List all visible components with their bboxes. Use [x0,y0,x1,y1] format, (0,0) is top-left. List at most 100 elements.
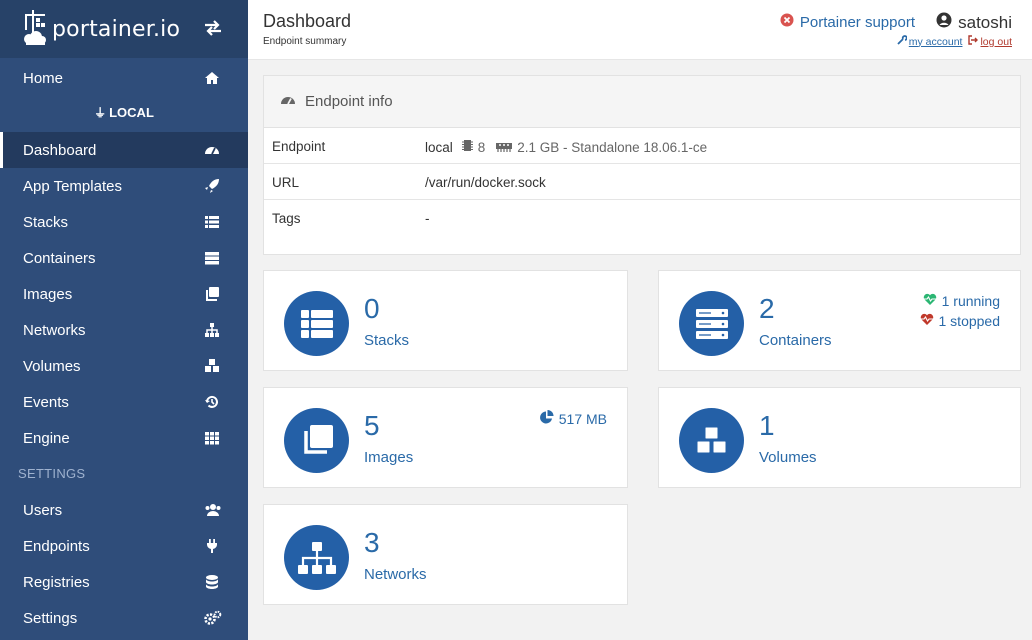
history-icon [204,394,220,410]
wrench-icon [897,35,908,48]
dashboard-icon [204,142,220,158]
page-subtitle: Endpoint summary [263,36,347,47]
networks-count: 3 [364,527,380,558]
user-menu: satoshi [936,12,1012,33]
list-icon [204,214,220,230]
username: satoshi [958,12,1012,32]
support-label: Portainer support [799,13,915,31]
stopped-label: 1 stopped [938,313,1001,329]
page-title: Dashboard [263,11,352,31]
images-widget[interactable]: 5 Images 517 MB [263,387,628,488]
sidebar-item-label: Volumes [23,357,81,375]
containers-widget-icon [679,291,744,356]
rocket-icon [204,178,220,194]
heartbeat-icon [920,313,934,329]
plug-icon: ⏚ [94,106,107,120]
sidebar-item-registries[interactable]: Registries [0,564,248,600]
stopped-status: 1 stopped [920,313,1001,329]
sidebar-item-containers[interactable]: Containers [0,240,248,276]
sidebar-item-users[interactable]: Users [0,492,248,528]
endpoint-name: local [425,139,453,155]
sidebar-item-label: Events [23,393,69,411]
sidebar-item-engine[interactable]: Engine [0,420,248,456]
portainer-support-link[interactable]: Portainer support [780,13,915,31]
sidebar-item-label: Home [23,69,64,87]
database-icon [204,574,220,590]
row-value: - [425,211,430,226]
sitemap-icon [204,322,220,338]
sidebar-item-label: Dashboard [23,141,97,159]
sidebar-item-label: Users [23,501,63,519]
portainer-logo-icon [24,10,46,45]
sidebar-item-endpoints[interactable]: Endpoints [0,528,248,564]
endpoint-info-title: Endpoint info [305,93,393,110]
sidebar-item-label: Registries [23,573,90,591]
endpoint-info-header: Endpoint info [264,76,1020,128]
row-key: Tags [272,211,301,226]
stacks-count: 0 [364,293,380,324]
stacks-widget[interactable]: 0 Stacks [263,270,628,371]
tags-row: Tags - [264,200,1020,236]
pie-chart-icon [539,410,554,428]
my-account-link[interactable]: my account [897,35,962,48]
home-icon [204,70,220,86]
cubes-icon [204,358,220,374]
containers-label: Containers [759,332,832,349]
sidebar-item-settings[interactable]: Settings [0,600,248,636]
volumes-widget-icon [679,408,744,473]
log-out-link[interactable]: log out [968,35,1012,48]
cogs-icon [204,610,222,626]
url-row: URL /var/run/docker.sock [264,164,1020,200]
support-icon [780,13,794,31]
sign-out-icon [968,35,979,48]
top-header: Dashboard Endpoint summary Portainer sup… [248,0,1032,60]
account-links: my account log out [897,35,1012,48]
networks-widget[interactable]: 3 Networks [263,504,628,605]
sidebar: portainer.io Home ⏚ LOCAL Dashboard App T… [0,0,248,640]
volumes-widget[interactable]: 1 Volumes [658,387,1021,488]
networks-widget-icon [284,525,349,590]
sidebar-item-label: Engine [23,429,70,447]
sidebar-item-app-templates[interactable]: App Templates [0,168,248,204]
clone-icon [204,286,220,302]
row-key: Endpoint [272,139,326,154]
sidebar-item-volumes[interactable]: Volumes [0,348,248,384]
sidebar-item-dashboard[interactable]: Dashboard [0,132,248,168]
row-value: /var/run/docker.sock [425,175,546,190]
sidebar-item-images[interactable]: Images [0,276,248,312]
row-key: URL [272,175,300,190]
stacks-label: Stacks [364,332,410,349]
plug-icon [204,538,220,554]
sidebar-item-label: Containers [23,249,96,267]
containers-count: 2 [759,293,775,324]
endpoint-label: ⏚ LOCAL [94,105,154,120]
sidebar-item-label: Images [23,285,73,303]
sidebar-item-stacks[interactable]: Stacks [0,204,248,240]
user-circle-icon [936,12,952,33]
sidebar-item-home[interactable]: Home [0,60,248,96]
exchange-icon[interactable] [204,20,222,41]
sidebar-item-label: Endpoints [23,537,90,555]
portainer-logo[interactable]: portainer.io [22,8,180,50]
running-status: 1 running [923,293,1000,309]
sidebar-item-label: App Templates [23,177,122,195]
images-size-label: 517 MB [558,411,607,427]
stacks-widget-icon [284,291,349,356]
sidebar-item-networks[interactable]: Networks [0,312,248,348]
brand-name: portainer.io [52,16,181,42]
tachometer-icon [280,93,296,111]
row-value: local 8 2.1 GB - Standalone 18.06.1-ce [425,139,707,155]
containers-widget[interactable]: 2 Containers 1 running 1 stopped [658,270,1021,371]
networks-label: Networks [364,566,427,583]
settings-section-label: SETTINGS [18,466,86,481]
sidebar-item-label: Stacks [23,213,69,231]
sidebar-item-label: Networks [23,321,86,339]
sidebar-item-label: Settings [23,609,78,627]
sidebar-item-events[interactable]: Events [0,384,248,420]
images-count: 5 [364,410,380,441]
images-size: 517 MB [539,410,607,428]
endpoint-row: Endpoint local 8 2.1 GB - Standalone 18.… [264,128,1020,164]
cpu-count: 8 [477,139,486,155]
heartbeat-icon [923,293,937,309]
users-icon [204,502,221,518]
